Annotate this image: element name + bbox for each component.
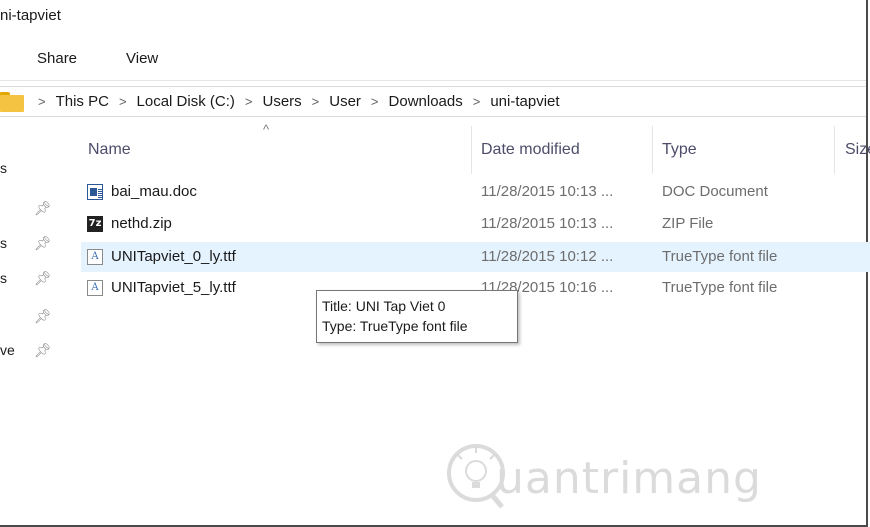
breadcrumb-separator-icon[interactable]: > <box>371 94 379 109</box>
window-title: ni-tapviet <box>0 7 61 24</box>
file-row-nethd-zip[interactable]: 7z nethd.zip 11/28/2015 10:13 ... ZIP Fi… <box>81 209 870 239</box>
sort-ascending-icon: ^ <box>263 122 270 137</box>
nav-item-fragment[interactable]: s <box>0 270 7 286</box>
file-name: UNITapviet_5_ly.ttf <box>111 279 236 296</box>
file-type: TrueType font file <box>662 279 778 296</box>
breadcrumb-local-disk[interactable]: Local Disk (C:) <box>137 93 235 110</box>
7z-archive-icon: 7z <box>87 216 103 232</box>
folder-icon <box>0 91 24 112</box>
nav-item-fragment[interactable]: s <box>0 160 7 176</box>
tooltip-title-line: Title: UNI Tap Viet 0 <box>322 298 446 314</box>
breadcrumb-users[interactable]: Users <box>262 93 301 110</box>
file-type: DOC Document <box>662 183 768 200</box>
file-type: ZIP File <box>662 215 714 232</box>
breadcrumb-uni-tapviet[interactable]: uni-tapviet <box>490 93 559 110</box>
pin-icon[interactable]: 📌︎ <box>34 235 52 252</box>
file-date-modified: 11/28/2015 10:12 ... <box>481 248 614 265</box>
ribbon-tab-share[interactable]: Share <box>37 50 77 67</box>
file-name: nethd.zip <box>111 215 172 232</box>
column-header-date-modified[interactable]: Date modified <box>481 141 580 159</box>
nav-item-fragment[interactable]: ve <box>0 342 15 358</box>
ribbon-tab-view[interactable]: View <box>126 50 158 67</box>
pin-icon[interactable]: 📌︎ <box>34 270 52 287</box>
truetype-font-icon: A <box>87 280 103 296</box>
nav-item-fragment[interactable]: s <box>0 235 7 251</box>
address-bar[interactable]: > This PC > Local Disk (C:) > Users > Us… <box>0 86 866 117</box>
column-header-type[interactable]: Type <box>662 141 697 159</box>
file-info-tooltip: Title: UNI Tap Viet 0 Type: TrueType fon… <box>316 290 518 343</box>
column-header-name[interactable]: Name <box>88 141 131 159</box>
file-type: TrueType font file <box>662 248 778 265</box>
file-row-unitapviet-0-ly-ttf[interactable]: A UNITapviet_0_ly.ttf 11/28/2015 10:12 .… <box>81 242 870 272</box>
file-name: UNITapviet_0_ly.ttf <box>111 248 236 265</box>
breadcrumb-separator-icon[interactable]: > <box>473 94 481 109</box>
column-header-size[interactable]: Size <box>845 141 870 159</box>
navigation-pane: s 📌︎ s 📌︎ s 📌︎ 📌︎ ve 📌︎ <box>0 118 60 525</box>
watermark-text: uantrimang <box>496 453 762 504</box>
breadcrumb-separator-icon[interactable]: > <box>245 94 253 109</box>
ribbon-divider <box>0 80 866 81</box>
truetype-font-icon: A <box>87 249 103 265</box>
column-divider[interactable] <box>652 126 653 174</box>
column-divider[interactable] <box>471 126 472 174</box>
word-doc-icon <box>87 184 103 200</box>
pin-icon[interactable]: 📌︎ <box>34 342 52 359</box>
tooltip-type-line: Type: TrueType font file <box>322 318 468 334</box>
explorer-window: ni-tapviet Share View > This PC > Local … <box>0 0 870 527</box>
breadcrumb-downloads[interactable]: Downloads <box>389 93 463 110</box>
file-date-modified: 11/28/2015 10:13 ... <box>481 215 614 232</box>
column-divider[interactable] <box>834 126 835 174</box>
breadcrumb-this-pc[interactable]: This PC <box>56 93 109 110</box>
breadcrumb-separator-icon[interactable]: > <box>312 94 320 109</box>
breadcrumb-separator-icon[interactable]: > <box>38 94 46 109</box>
breadcrumb-user[interactable]: User <box>329 93 361 110</box>
file-date-modified: 11/28/2015 10:13 ... <box>481 183 614 200</box>
pin-icon[interactable]: 📌︎ <box>34 308 52 325</box>
quantrimang-watermark: uantrimang <box>438 425 768 515</box>
file-name: bai_mau.doc <box>111 183 197 200</box>
file-row-bai-mau-doc[interactable]: bai_mau.doc 11/28/2015 10:13 ... DOC Doc… <box>81 177 870 207</box>
pin-icon[interactable]: 📌︎ <box>34 200 52 217</box>
breadcrumb-separator-icon[interactable]: > <box>119 94 127 109</box>
